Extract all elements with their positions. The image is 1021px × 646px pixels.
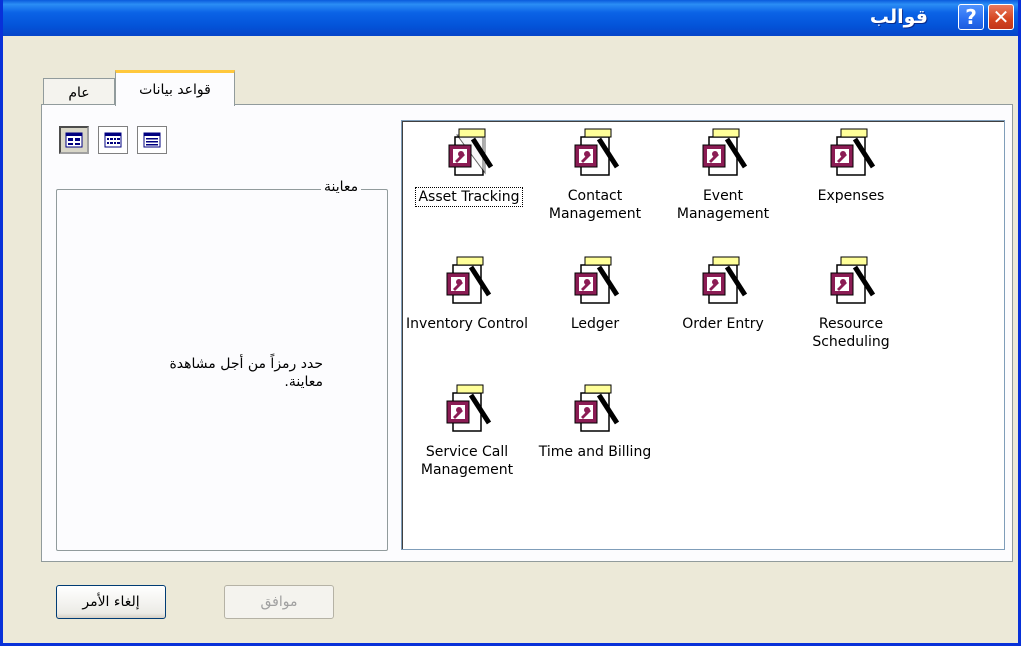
- cancel-button[interactable]: إلغاء الأمر: [56, 585, 166, 619]
- template-label: Service Call Management: [420, 444, 514, 478]
- template-label: Ledger: [570, 316, 620, 332]
- access-wizard-icon: [446, 384, 492, 432]
- templates-dialog: قوالب ? ✕ عام قواعد بيانات معاينة حدد رم…: [0, 0, 1021, 646]
- template-label: Resource Scheduling: [812, 316, 890, 350]
- template-label: Order Entry: [682, 316, 764, 332]
- access-wizard-icon: [702, 256, 748, 304]
- access-wizard-icon: [702, 128, 748, 176]
- tab-databases[interactable]: قواعد بيانات: [115, 70, 235, 106]
- tab-general-label: عام: [68, 84, 90, 101]
- help-icon: ?: [965, 5, 977, 29]
- details-view-icon: [143, 132, 161, 148]
- access-wizard-icon: [574, 128, 620, 176]
- template-list[interactable]: Asset Tracking Contact Management Event …: [401, 120, 1005, 550]
- access-wizard-icon: [574, 384, 620, 432]
- template-label: Contact Management: [548, 188, 642, 222]
- access-wizard-icon: [830, 256, 876, 304]
- template-inventory-control[interactable]: Inventory Control: [402, 255, 532, 333]
- list-view-icon: [104, 132, 122, 148]
- template-order-entry[interactable]: Order Entry: [658, 255, 788, 333]
- list-view-button[interactable]: [98, 126, 128, 154]
- ok-button[interactable]: موافق: [224, 585, 334, 619]
- template-asset-tracking[interactable]: Asset Tracking: [404, 127, 534, 207]
- tab-databases-label: قواعد بيانات: [139, 81, 211, 98]
- large-icons-view-button[interactable]: [59, 126, 89, 154]
- template-resource-scheduling[interactable]: Resource Scheduling: [786, 255, 916, 351]
- template-ledger[interactable]: Ledger: [530, 255, 660, 333]
- template-event-management[interactable]: Event Management: [658, 127, 788, 223]
- template-label: Time and Billing: [538, 444, 652, 460]
- access-wizard-icon: [448, 128, 494, 176]
- template-expenses[interactable]: Expenses: [786, 127, 916, 205]
- tab-general[interactable]: عام: [43, 78, 115, 106]
- template-time-and-billing[interactable]: Time and Billing: [530, 383, 660, 461]
- template-label: Event Management: [676, 188, 770, 222]
- details-view-button[interactable]: [137, 126, 167, 154]
- template-service-call-management[interactable]: Service Call Management: [402, 383, 532, 479]
- help-button[interactable]: ?: [958, 4, 984, 30]
- preview-message: حدد رمزاً من أجل مشاهدة معاينة.: [169, 356, 323, 390]
- preview-legend: معاينة: [321, 179, 362, 195]
- window-title: قوالب: [869, 6, 928, 28]
- template-contact-management[interactable]: Contact Management: [530, 127, 660, 223]
- access-wizard-icon: [574, 256, 620, 304]
- access-wizard-icon: [830, 128, 876, 176]
- template-label: Inventory Control: [406, 316, 528, 332]
- template-label: Expenses: [817, 188, 885, 204]
- close-button[interactable]: ✕: [988, 4, 1014, 30]
- large-icons-icon: [65, 132, 83, 148]
- access-wizard-icon: [446, 256, 492, 304]
- close-icon: ✕: [992, 5, 1010, 29]
- title-bar[interactable]: قوالب ? ✕: [3, 0, 1018, 36]
- template-label: Asset Tracking: [415, 187, 523, 207]
